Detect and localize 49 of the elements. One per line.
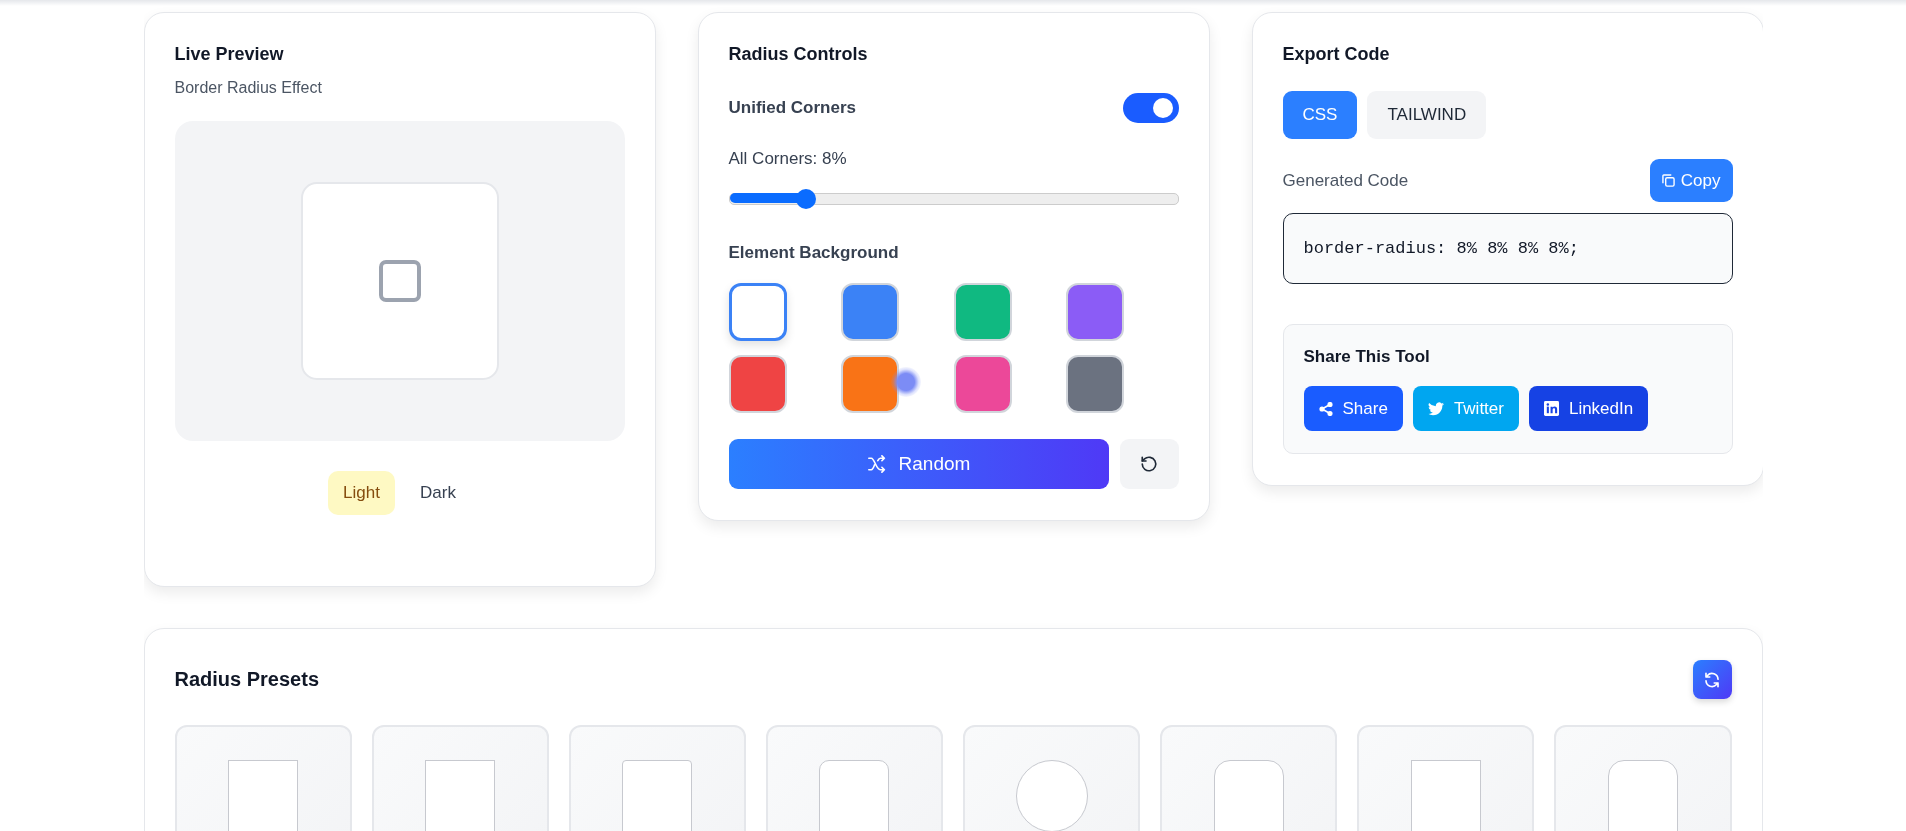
- refresh-button[interactable]: [1692, 660, 1732, 699]
- preset-tile[interactable]: [1357, 725, 1535, 831]
- code-label: Generated Code: [1282, 170, 1409, 191]
- color-swatch[interactable]: [728, 283, 787, 341]
- slider-thumb[interactable]: [795, 189, 816, 209]
- format-tab[interactable]: CSS: [1282, 91, 1358, 139]
- square-icon: [377, 259, 422, 303]
- preset-tile[interactable]: [1554, 725, 1732, 831]
- share-button[interactable]: Twitter: [1412, 386, 1519, 431]
- random-button[interactable]: Random: [728, 439, 1109, 489]
- pointer-dot-icon: [891, 367, 921, 397]
- share-button[interactable]: Share: [1303, 386, 1403, 431]
- preset-shape: [622, 760, 693, 831]
- share-title: Share This Tool: [1303, 347, 1431, 367]
- mode-button[interactable]: Light: [328, 471, 395, 515]
- toggle-switch[interactable]: [1122, 93, 1179, 123]
- toggle-label: Unified Corners: [728, 98, 857, 118]
- card-title: Export Code: [1282, 44, 1391, 65]
- section-label: Element Background: [728, 243, 900, 263]
- share-button[interactable]: LinkedIn: [1528, 386, 1649, 431]
- preset-tile[interactable]: [371, 725, 549, 831]
- copy-button[interactable]: Copy: [1649, 159, 1733, 202]
- reset-icon: [1140, 455, 1158, 473]
- preset-shape: [425, 760, 496, 831]
- preset-shape: [819, 760, 890, 831]
- preset-shape: [1213, 760, 1284, 831]
- format-tab[interactable]: TAILWIND: [1367, 91, 1487, 139]
- share-icon: [1318, 401, 1333, 416]
- mode-button[interactable]: Dark: [405, 471, 471, 515]
- slider-label: All Corners: 8%: [728, 149, 848, 169]
- card-title: Radius Controls: [728, 44, 869, 65]
- shuffle-icon: [866, 455, 887, 473]
- card-subtitle: Border Radius Effect: [174, 79, 323, 97]
- preset-tile[interactable]: [963, 725, 1141, 831]
- bird-icon: [1427, 401, 1444, 416]
- preset-tile[interactable]: [765, 725, 943, 831]
- preset-tile[interactable]: [174, 725, 352, 831]
- preset-tile[interactable]: [568, 725, 746, 831]
- linkedin-icon: [1543, 401, 1559, 416]
- reset-button[interactable]: [1119, 439, 1179, 489]
- preset-tile[interactable]: [1160, 725, 1338, 831]
- code-output: border-radius: 8% 8% 8% 8%;: [1282, 213, 1733, 284]
- preset-shape: [228, 760, 299, 831]
- refresh-icon: [1703, 670, 1721, 689]
- preset-shape: [1410, 760, 1481, 831]
- copy-icon: [1661, 174, 1675, 187]
- preset-shape: [1607, 760, 1678, 831]
- card-title: Radius Presets: [174, 668, 319, 691]
- card-title: Live Preview: [174, 44, 285, 65]
